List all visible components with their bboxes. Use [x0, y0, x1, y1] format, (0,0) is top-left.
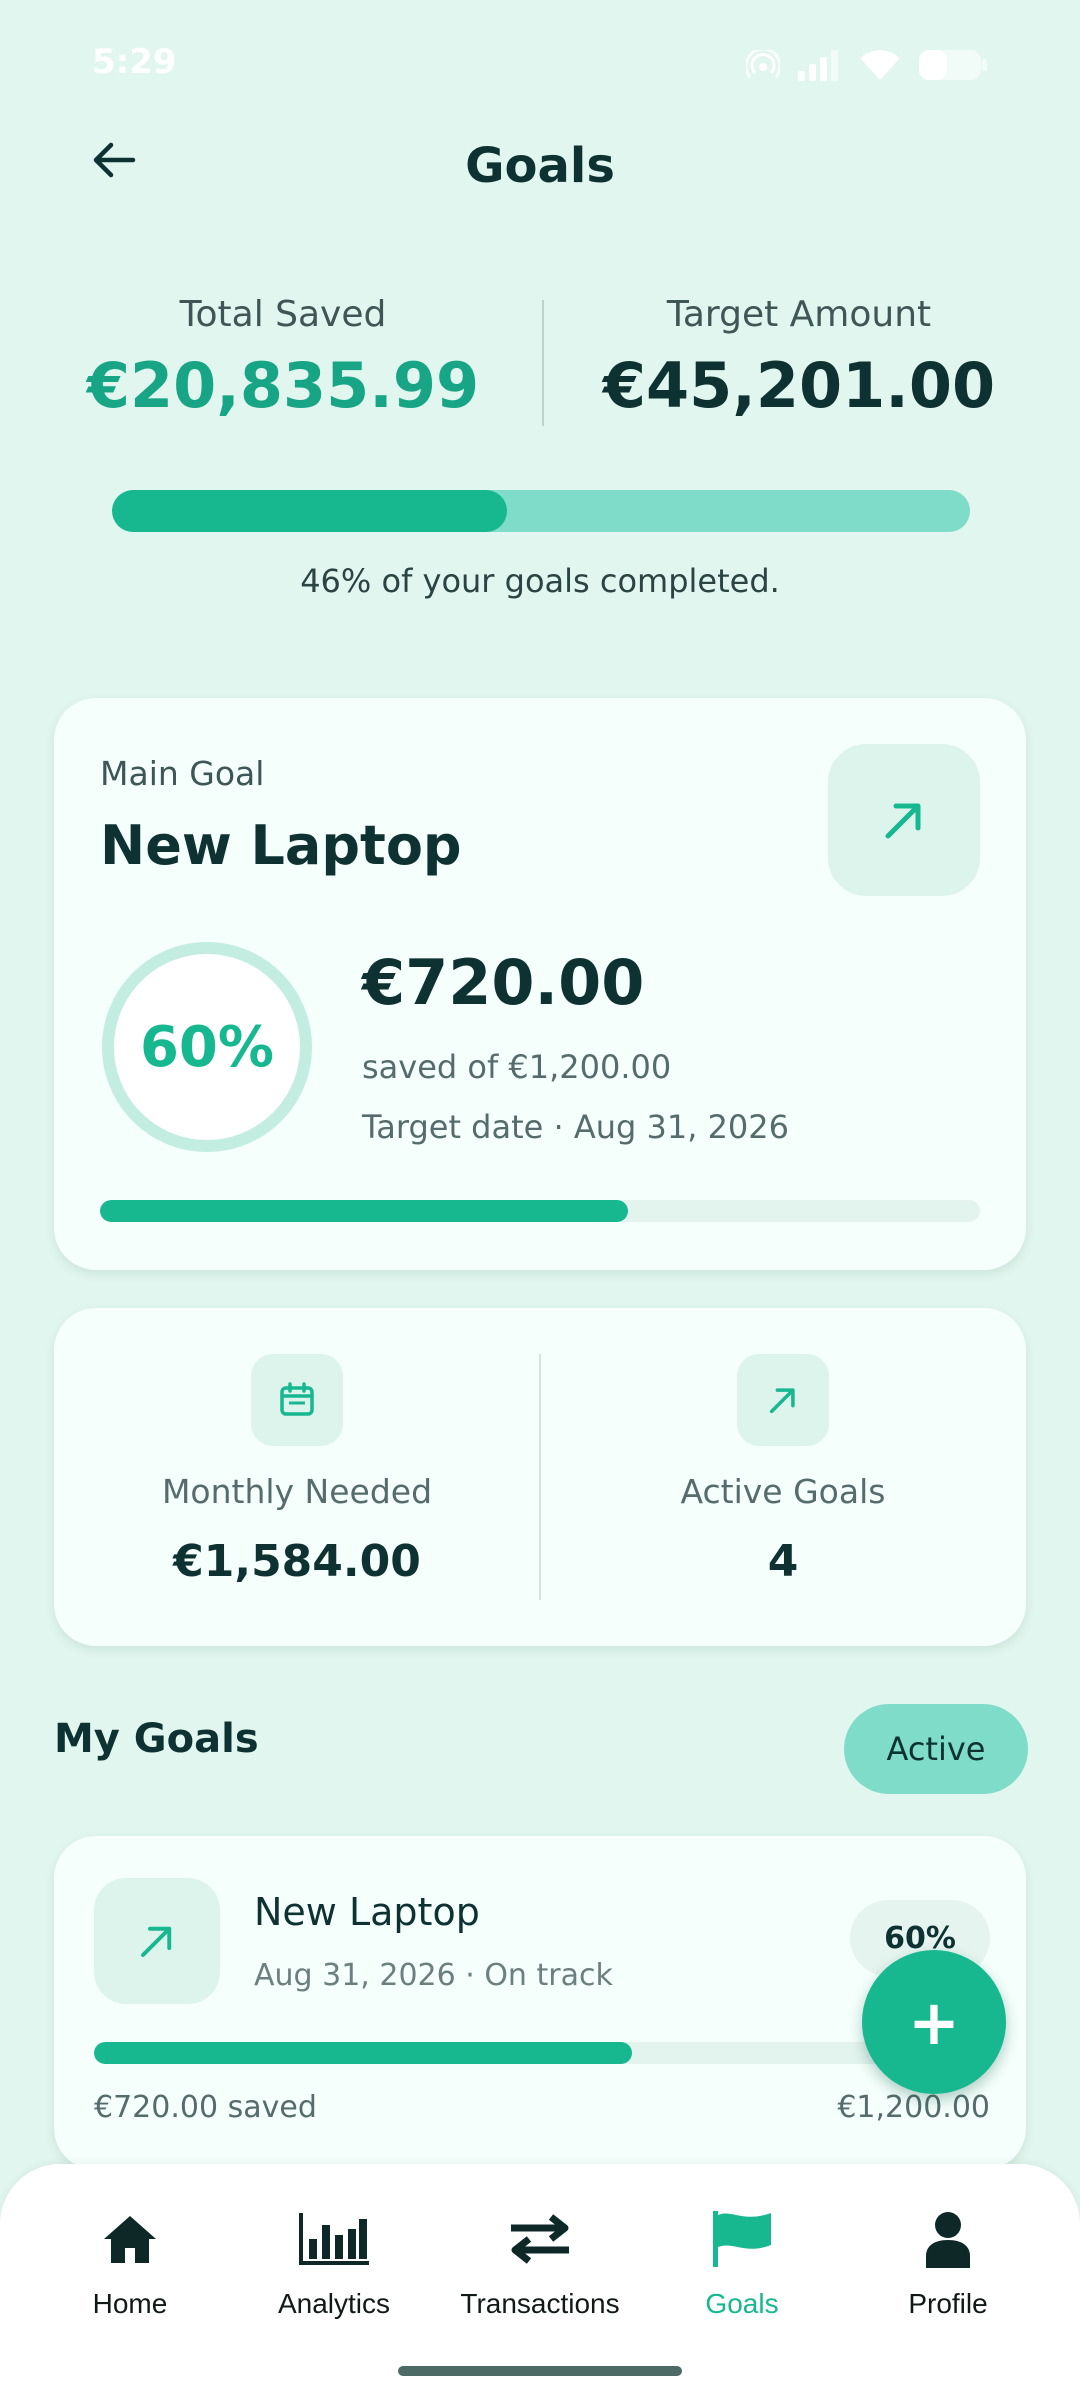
- main-goal-saved-of: saved of €1,200.00: [362, 1048, 672, 1086]
- target-amount-value: €45,201.00: [602, 349, 996, 422]
- overall-progress-text: 46% of your goals completed.: [300, 562, 780, 600]
- overall-progress-bar: [112, 490, 970, 532]
- flag-icon: [713, 2211, 771, 2267]
- arrow-up-right-icon: [141, 1926, 172, 1957]
- nav-transactions-label: Transactions: [460, 2288, 620, 2319]
- person-icon: [926, 2212, 970, 2268]
- nav-transactions[interactable]: Transactions: [440, 2204, 640, 2320]
- bar-chart-icon: [299, 2213, 369, 2265]
- active-filter-chip[interactable]: Active: [844, 1704, 1028, 1794]
- status-time: 5:29: [92, 42, 177, 82]
- page-title: Goals: [465, 138, 615, 194]
- nav-analytics[interactable]: Analytics: [234, 2204, 434, 2320]
- hotspot-icon: [746, 50, 780, 78]
- nav-home-label: Home: [92, 2288, 168, 2319]
- status-icons: [746, 48, 988, 82]
- calendar-icon-tile: [251, 1354, 343, 1446]
- goal-item-title: New Laptop: [254, 1890, 480, 1934]
- goal-item-saved: €720.00 saved: [94, 2090, 317, 2125]
- goal-item-icon-tile: [94, 1878, 220, 2004]
- monthly-needed-label: Monthly Needed: [161, 1472, 433, 1511]
- battery-icon: [919, 50, 987, 80]
- total-saved-label: Total Saved: [179, 294, 387, 335]
- main-goal-percent: 60%: [139, 1014, 275, 1080]
- wifi-icon: [860, 50, 900, 80]
- active-goals-value: 4: [767, 1536, 799, 1587]
- home-icon: [104, 2216, 156, 2263]
- nav-home[interactable]: Home: [30, 2204, 230, 2320]
- overall-progress-fill: [112, 490, 507, 532]
- transfer-arrows-icon: [511, 2214, 569, 2264]
- goal-item-progress-fill: [94, 2042, 632, 2064]
- total-saved-summary: Total Saved €20,835.99: [68, 294, 498, 422]
- active-goals-icon-tile: [737, 1354, 829, 1446]
- monthly-needed-stat: Monthly Needed €1,584.00: [54, 1308, 540, 1646]
- home-indicator: [398, 2366, 682, 2376]
- nav-goals-label: Goals: [705, 2288, 779, 2319]
- main-goal-target-date: Target date · Aug 31, 2026: [362, 1108, 789, 1146]
- calendar-icon: [280, 1382, 314, 1416]
- main-goal-label: Main Goal: [100, 754, 265, 793]
- target-amount-label: Target Amount: [666, 294, 932, 335]
- main-goal-title: New Laptop: [100, 814, 462, 877]
- main-goal-progress-fill: [100, 1200, 628, 1222]
- nav-analytics-label: Analytics: [277, 2288, 391, 2319]
- arrow-up-right-icon: [885, 803, 921, 839]
- main-goal-card[interactable]: Main Goal New Laptop 60% €720.00 saved o…: [54, 698, 1026, 1270]
- signal-icon: [798, 50, 838, 81]
- goal-item-subtitle: Aug 31, 2026 · On track: [254, 1958, 613, 1993]
- active-goals-stat: Active Goals 4: [540, 1308, 1026, 1646]
- nav-profile[interactable]: Profile: [848, 2204, 1048, 2320]
- summary-divider: [542, 300, 544, 426]
- total-saved-value: €20,835.99: [86, 349, 480, 422]
- main-goal-amount: €720.00: [362, 946, 645, 1019]
- goal-item-progress-bar: [94, 2042, 990, 2064]
- bottom-nav: Home Analytics Transactions Goals Profil…: [0, 2164, 1080, 2400]
- nav-profile-label: Profile: [908, 2288, 988, 2319]
- goal-stats-card: Monthly Needed €1,584.00 Active Goals 4: [54, 1308, 1026, 1646]
- arrow-up-right-icon: [769, 1388, 795, 1414]
- my-goals-title: My Goals: [54, 1716, 259, 1762]
- main-goal-progress-bar: [100, 1200, 980, 1222]
- goal-item-target: €1,200.00: [837, 2090, 990, 2125]
- main-goal-open-button[interactable]: [828, 744, 980, 896]
- target-amount-summary: Target Amount €45,201.00: [584, 294, 1014, 422]
- active-goals-label: Active Goals: [680, 1472, 886, 1511]
- monthly-needed-value: €1,584.00: [173, 1536, 421, 1587]
- add-goal-button[interactable]: +: [862, 1950, 1006, 2094]
- nav-goals[interactable]: Goals: [642, 2204, 842, 2320]
